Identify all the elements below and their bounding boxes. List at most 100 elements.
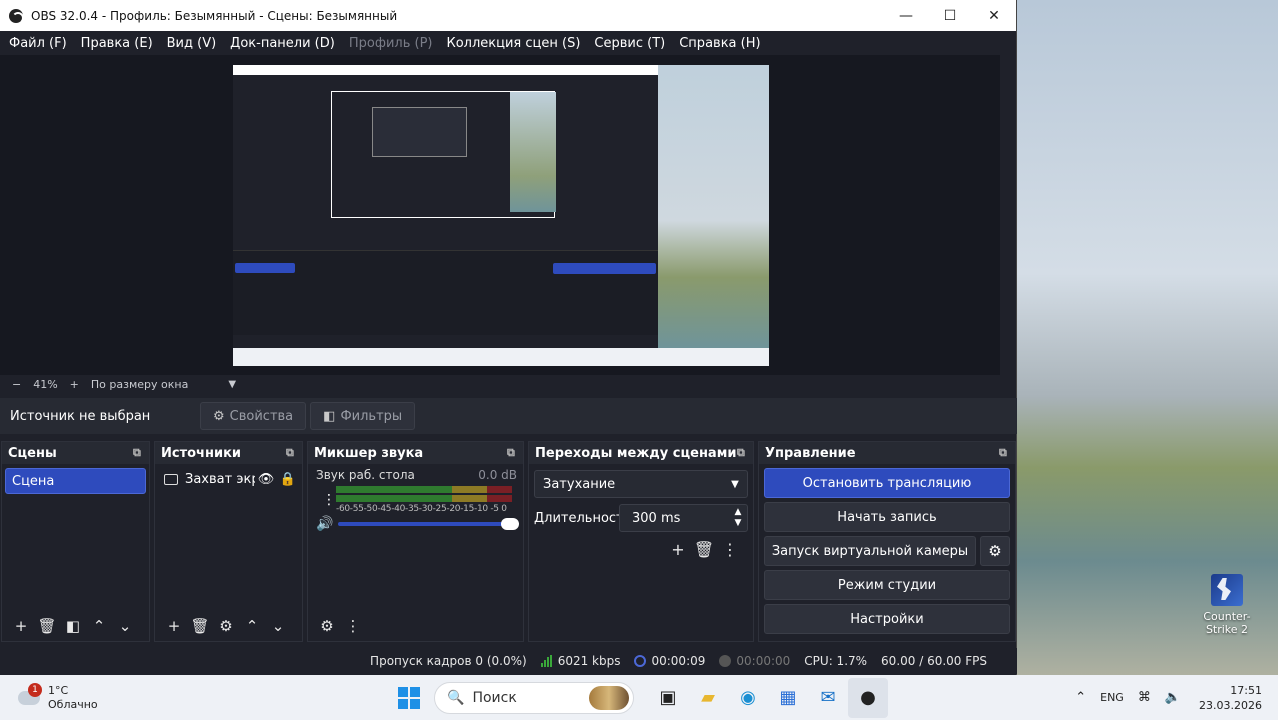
weather-condition: Облачно xyxy=(48,697,98,711)
live-time: 00:00:09 xyxy=(651,654,706,668)
notification-badge: 1 xyxy=(28,682,42,697)
settings-button[interactable]: Настройки xyxy=(764,604,1010,634)
remove-scene-icon[interactable]: 🗑 xyxy=(34,617,60,635)
sources-dock-header: Источники ⧉ xyxy=(155,442,302,464)
add-scene-icon[interactable]: + xyxy=(8,617,34,635)
store-icon[interactable]: ▦ xyxy=(768,678,808,718)
weather-widget[interactable]: 1 1°C Облачно xyxy=(18,682,138,712)
start-recording-button[interactable]: Начать запись xyxy=(764,502,1010,532)
menu-scene-collection[interactable]: Коллекция сцен (S) xyxy=(439,36,587,51)
add-transition-icon[interactable]: + xyxy=(665,540,691,559)
zoom-in-button[interactable]: + xyxy=(70,378,79,391)
edge-icon[interactable]: ◉ xyxy=(728,678,768,718)
menu-file[interactable]: Файл (F) xyxy=(2,36,74,51)
taskbar-search[interactable]: 🔍 Поиск xyxy=(434,681,634,714)
clock[interactable]: 17:51 23.03.2026 xyxy=(1199,683,1262,713)
scenes-dock-header: Сцены ⧉ xyxy=(2,442,149,464)
mixer-menu-icon[interactable]: ⋮ xyxy=(340,617,366,635)
undock-icon[interactable]: ⧉ xyxy=(133,446,149,460)
maximize-button[interactable]: ☐ xyxy=(928,0,972,31)
transitions-dock: Переходы между сценами ⧉ Затухание ▼ Дли… xyxy=(528,441,754,642)
transitions-dock-title: Переходы между сценами xyxy=(535,445,737,461)
obs-taskbar-icon[interactable]: ● xyxy=(848,677,888,718)
sources-dock-toolbar: + 🗑 ⚙ ⌃ ⌄ xyxy=(155,611,302,641)
volume-slider-knob[interactable] xyxy=(501,518,519,530)
studio-mode-button[interactable]: Режим студии xyxy=(764,570,1010,600)
remove-source-icon[interactable]: 🗑 xyxy=(187,617,213,635)
menu-view[interactable]: Вид (V) xyxy=(160,36,224,51)
controls-dock-title: Управление xyxy=(765,445,856,461)
move-up-icon[interactable]: ⌃ xyxy=(239,617,265,635)
volume-slider[interactable] xyxy=(338,518,519,530)
menu-edit[interactable]: Правка (E) xyxy=(74,36,160,51)
lock-icon[interactable]: 🔒 xyxy=(277,472,299,487)
add-source-icon[interactable]: + xyxy=(161,617,187,635)
source-item[interactable]: Захват экр 👁 🔒 xyxy=(158,468,299,490)
menu-profile[interactable]: Профиль (P) xyxy=(342,36,440,51)
controls-dock: Управление ⧉ Остановить трансляцию Начат… xyxy=(758,441,1016,642)
mixer-dock-toolbar: ⚙ ⋮ xyxy=(308,611,523,641)
virtual-camera-settings-icon[interactable]: ⚙ xyxy=(980,536,1010,566)
undock-icon[interactable]: ⧉ xyxy=(507,446,523,460)
move-down-icon[interactable]: ⌄ xyxy=(265,617,291,635)
move-down-icon[interactable]: ⌄ xyxy=(112,617,138,635)
scenes-dock-title: Сцены xyxy=(8,445,57,461)
clock-date: 23.03.2026 xyxy=(1199,698,1262,712)
search-icon: 🔍 xyxy=(447,689,465,706)
weather-temp: 1°C xyxy=(48,683,69,697)
zoom-value: 41% xyxy=(33,377,58,391)
undock-icon[interactable]: ⧉ xyxy=(286,446,302,460)
language-indicator[interactable]: ENG xyxy=(1100,691,1124,704)
advanced-audio-icon[interactable]: ⚙ xyxy=(314,617,340,635)
outlook-icon[interactable]: ✉ xyxy=(808,678,848,718)
menu-tools[interactable]: Сервис (T) xyxy=(587,36,672,51)
duration-label: Длительность xyxy=(534,510,632,526)
transition-select[interactable]: Затухание ▼ xyxy=(534,470,748,498)
undock-icon[interactable]: ⧉ xyxy=(737,446,753,460)
close-button[interactable]: ✕ xyxy=(972,0,1016,31)
desktop-icon-counter-strike[interactable]: Counter-Strike 2 xyxy=(1192,574,1262,636)
preview-area[interactable] xyxy=(0,55,1000,375)
source-properties-icon[interactable]: ⚙ xyxy=(213,617,239,635)
source-toolbar: Источник не выбран ⚙ Свойства ◧ Фильтры xyxy=(0,398,1017,434)
duration-spinbox[interactable]: 300 ms ▲ ▼ xyxy=(619,504,748,532)
zoom-out-button[interactable]: − xyxy=(12,378,21,391)
counter-strike-icon xyxy=(1211,574,1243,606)
visibility-eye-icon[interactable]: 👁 xyxy=(255,472,277,487)
audio-mixer-dock: Микшер звука ⧉ Звук раб. стола 0.0 dB ⋮ … xyxy=(307,441,524,642)
undock-icon[interactable]: ⧉ xyxy=(999,446,1015,460)
filters-button[interactable]: ◧ Фильтры xyxy=(310,402,416,430)
transition-menu-icon[interactable]: ⋮ xyxy=(717,540,743,559)
properties-button[interactable]: ⚙ Свойства xyxy=(200,402,307,430)
speaker-icon[interactable]: 🔊 xyxy=(316,516,338,532)
menu-bar: Файл (F) Правка (E) Вид (V) Док-панели (… xyxy=(0,31,1016,55)
live-icon xyxy=(634,655,647,667)
file-explorer-icon[interactable]: ▰ xyxy=(688,678,728,718)
rec-time: 00:00:00 xyxy=(736,654,791,668)
spin-arrows-icon[interactable]: ▲ ▼ xyxy=(729,507,747,529)
volume-icon[interactable]: 🔈 xyxy=(1165,690,1181,705)
start-virtual-camera-button[interactable]: Запуск виртуальной камеры xyxy=(764,536,976,566)
taskbar-apps: 🔍 Поиск ▣ ▰ ◉ ▦ ✉ ● xyxy=(398,675,888,720)
menu-docks[interactable]: Док-панели (D) xyxy=(223,36,342,51)
live-indicator: 00:00:09 xyxy=(634,654,705,668)
stop-streaming-button[interactable]: Остановить трансляцию xyxy=(764,468,1010,498)
scene-item[interactable]: Сцена xyxy=(5,468,146,494)
menu-help[interactable]: Справка (H) xyxy=(672,36,767,51)
title-bar: OBS 32.0.4 - Профиль: Безымянный - Сцены… xyxy=(0,0,1016,31)
filter-icon: ◧ xyxy=(323,408,336,424)
transition-toolbar: + 🗑 ⋮ xyxy=(529,540,743,559)
remove-transition-icon[interactable]: 🗑 xyxy=(691,540,717,559)
minimize-button[interactable]: — xyxy=(884,0,928,31)
network-icon[interactable]: ⌘ xyxy=(1138,690,1151,705)
task-view-icon[interactable]: ▣ xyxy=(648,678,688,718)
move-up-icon[interactable]: ⌃ xyxy=(86,617,112,635)
zoom-mode-dropdown-icon[interactable]: ▼ xyxy=(228,379,236,390)
transitions-dock-header: Переходы между сценами ⧉ xyxy=(529,442,753,464)
track-menu-icon[interactable]: ⋮ xyxy=(322,492,336,508)
monitor-icon xyxy=(164,473,178,485)
scene-filters-icon[interactable]: ◧ xyxy=(60,617,86,635)
windows-start-icon[interactable] xyxy=(398,686,420,709)
tray-overflow-icon[interactable]: ⌃ xyxy=(1075,690,1086,705)
track-name: Звук раб. стола xyxy=(316,468,415,482)
